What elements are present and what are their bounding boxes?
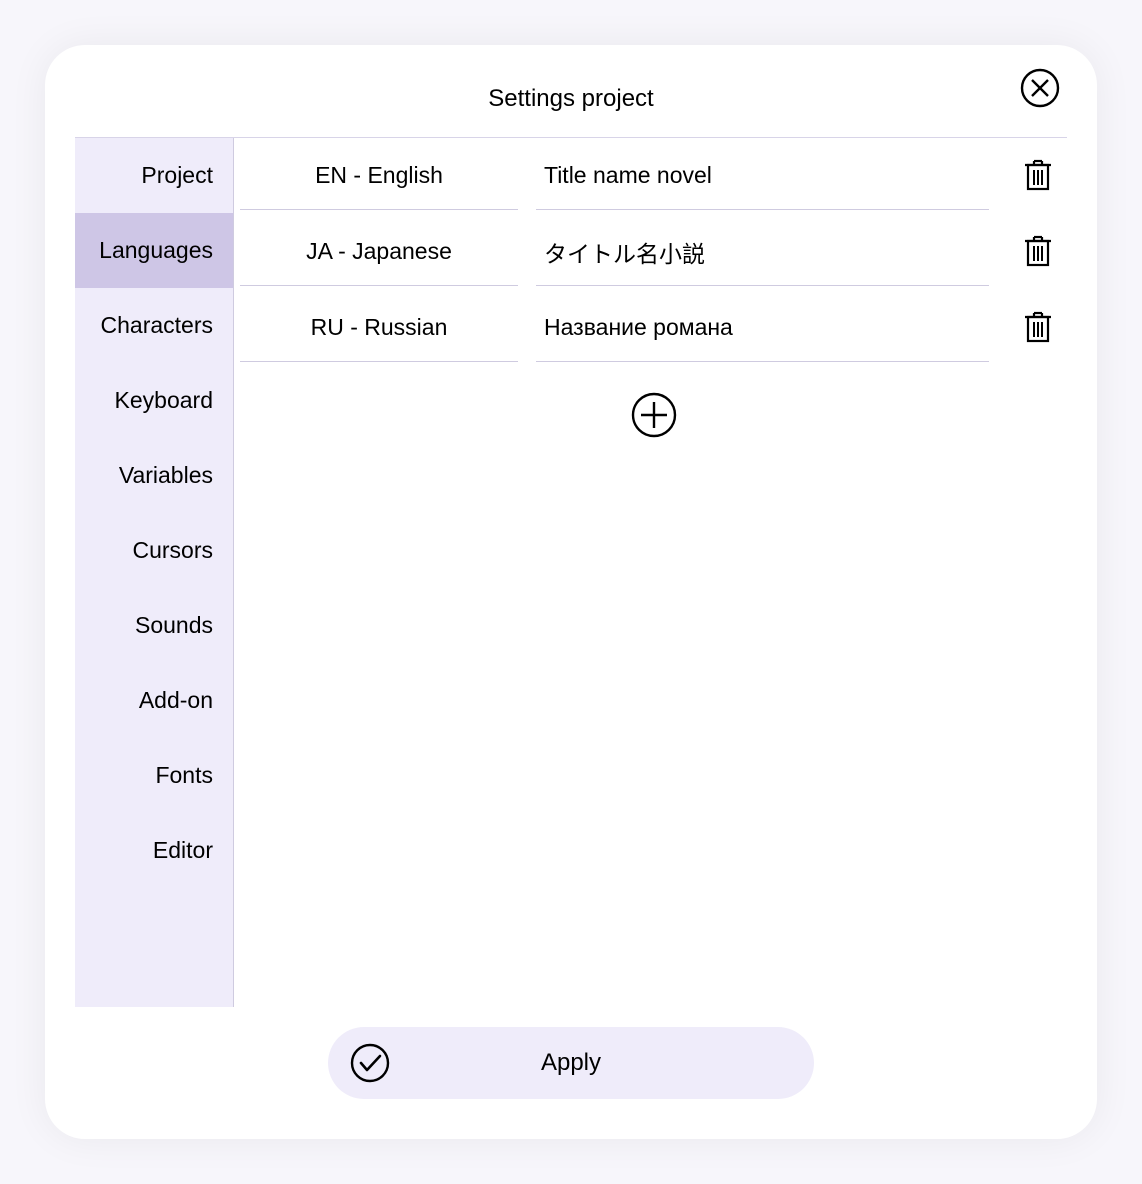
language-code-field[interactable]: EN - English <box>240 142 518 210</box>
trash-icon <box>1023 233 1053 272</box>
delete-language-button[interactable] <box>1019 309 1057 347</box>
sidebar-item-label: Characters <box>101 312 213 339</box>
language-row: EN - English <box>240 138 1067 214</box>
language-title-input[interactable] <box>536 142 989 210</box>
sidebar-item-fonts[interactable]: Fonts <box>75 738 233 813</box>
add-language-button[interactable] <box>631 394 677 440</box>
trash-icon <box>1023 157 1053 196</box>
dialog-header: Settings project <box>75 75 1067 138</box>
language-title-input[interactable] <box>536 294 989 362</box>
close-icon <box>1020 68 1060 113</box>
sidebar-item-sounds[interactable]: Sounds <box>75 588 233 663</box>
add-language-row <box>240 366 1067 440</box>
sidebar-item-project[interactable]: Project <box>75 138 233 213</box>
sidebar-item-label: Cursors <box>132 537 213 564</box>
check-icon <box>350 1043 390 1083</box>
close-button[interactable] <box>1019 69 1061 111</box>
sidebar-item-languages[interactable]: Languages <box>75 213 233 288</box>
sidebar-item-characters[interactable]: Characters <box>75 288 233 363</box>
sidebar-item-editor[interactable]: Editor <box>75 813 233 888</box>
sidebar-item-label: Project <box>141 162 213 189</box>
language-row: RU - Russian <box>240 290 1067 366</box>
delete-language-button[interactable] <box>1019 157 1057 195</box>
sidebar-item-label: Fonts <box>155 762 213 789</box>
sidebar-item-label: Languages <box>99 237 213 264</box>
sidebar-item-label: Variables <box>119 462 213 489</box>
settings-dialog: Settings project Project Languages Chara… <box>45 45 1097 1139</box>
plus-icon <box>631 392 677 443</box>
dialog-body: Project Languages Characters Keyboard Va… <box>75 138 1067 1007</box>
language-row: JA - Japanese <box>240 214 1067 290</box>
sidebar-item-label: Editor <box>153 837 213 864</box>
language-code-field[interactable]: JA - Japanese <box>240 218 518 286</box>
sidebar-item-label: Keyboard <box>115 387 213 414</box>
sidebar-item-addon[interactable]: Add-on <box>75 663 233 738</box>
dialog-title: Settings project <box>75 85 1067 113</box>
sidebar-item-label: Sounds <box>135 612 213 639</box>
sidebar-item-label: Add-on <box>139 687 213 714</box>
sidebar-item-cursors[interactable]: Cursors <box>75 513 233 588</box>
apply-label: Apply <box>328 1049 814 1077</box>
sidebar-item-keyboard[interactable]: Keyboard <box>75 363 233 438</box>
settings-sidebar: Project Languages Characters Keyboard Va… <box>75 138 233 1007</box>
apply-button[interactable]: Apply <box>328 1027 814 1099</box>
delete-language-button[interactable] <box>1019 233 1057 271</box>
trash-icon <box>1023 309 1053 348</box>
languages-panel: EN - English JA - Japanese RU <box>233 138 1067 1007</box>
language-code-field[interactable]: RU - Russian <box>240 294 518 362</box>
sidebar-item-variables[interactable]: Variables <box>75 438 233 513</box>
language-title-input[interactable] <box>536 218 989 286</box>
dialog-footer: Apply <box>75 1007 1067 1109</box>
